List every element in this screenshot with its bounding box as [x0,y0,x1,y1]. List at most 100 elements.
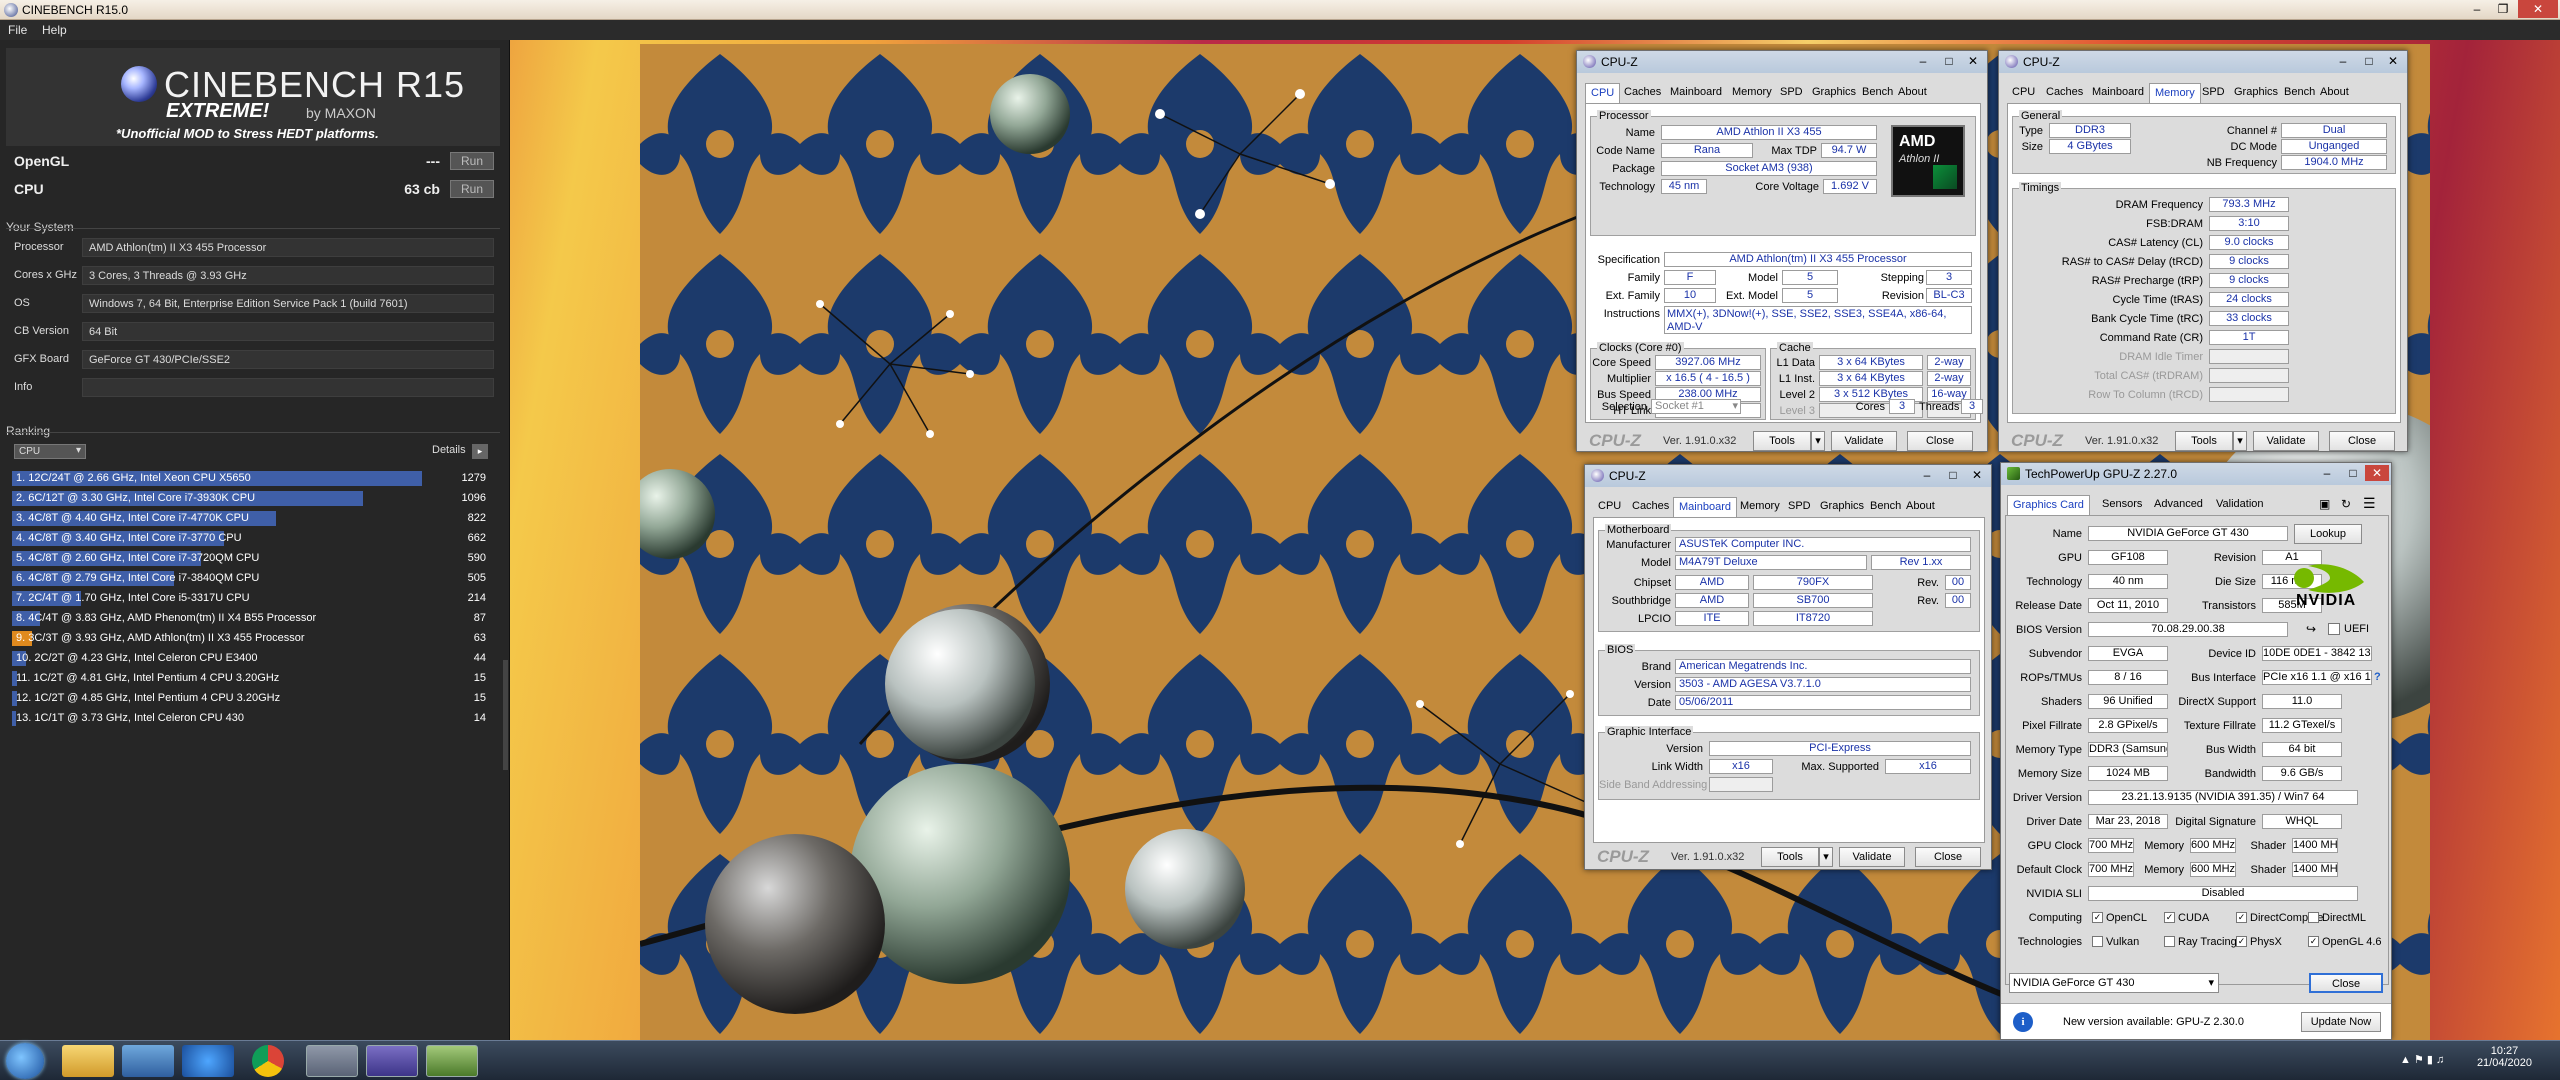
ranking-row[interactable]: 3. 4C/8T @ 4.40 GHz, Intel Core i7-4770K… [12,510,490,527]
validate-button[interactable]: Validate [1831,431,1897,451]
ranking-scrollbar[interactable] [503,660,508,770]
tab-sensors[interactable]: Sensors [2097,495,2147,515]
maximize-button[interactable]: □ [2357,53,2381,69]
feature-checkbox[interactable] [2308,912,2319,923]
maximize-button[interactable]: □ [1937,53,1961,69]
cinebench-taskbar-icon[interactable] [306,1045,358,1077]
minimize-button[interactable]: – [1911,53,1935,69]
tab-caches[interactable]: Caches [1627,497,1674,517]
tab-mainboard[interactable]: Mainboard [1673,497,1737,517]
share-icon[interactable]: ↪ [2306,622,2316,636]
tab-memory[interactable]: Memory [1727,83,1777,103]
tab-about[interactable]: About [2315,83,2354,103]
menu-help[interactable]: Help [42,23,67,37]
tools-button[interactable]: Tools [1761,847,1819,867]
validate-button[interactable]: Validate [2253,431,2319,451]
internet-explorer-icon[interactable] [182,1045,234,1077]
tab-about[interactable]: About [1893,83,1932,103]
tab-mainboard[interactable]: Mainboard [1665,83,1727,103]
tab-cpu[interactable]: CPU [2007,83,2040,103]
tab-memory[interactable]: Memory [1735,497,1785,517]
gpu-select-dropdown[interactable]: NVIDIA GeForce GT 430 ▾ [2009,973,2219,993]
tab-spd[interactable]: SPD [1775,83,1808,103]
gpuz-taskbar-icon[interactable] [426,1045,478,1077]
maximize-button[interactable]: □ [2341,465,2365,481]
tools-dropdown[interactable]: ▾ [2233,431,2247,451]
ranking-filter-dropdown[interactable]: CPU ▾ [14,444,86,459]
cpu-run-button[interactable]: Run [450,180,494,198]
ranking-row[interactable]: 11. 1C/2T @ 4.81 GHz, Intel Pentium 4 CP… [12,670,490,687]
opengl-run-button[interactable]: Run [450,152,494,170]
ranking-row[interactable]: 5. 4C/8T @ 2.60 GHz, Intel Core i7-3720Q… [12,550,490,567]
tab-about[interactable]: About [1901,497,1940,517]
ranking-row[interactable]: 8. 4C/4T @ 3.83 GHz, AMD Phenom(tm) II X… [12,610,490,627]
ranking-row[interactable]: 7. 2C/4T @ 1.70 GHz, Intel Core i5-3317U… [12,590,490,607]
feature-checkbox[interactable]: ✓ [2164,912,2175,923]
minimize-button[interactable]: – [1915,467,1939,483]
refresh-icon[interactable]: ↻ [2341,497,2351,511]
system-value[interactable] [82,378,494,397]
ranking-row[interactable]: 1. 12C/24T @ 2.66 GHz, Intel Xeon CPU X5… [12,470,490,487]
update-now-button[interactable]: Update Now [2301,1012,2381,1032]
chrome-icon[interactable] [252,1045,284,1077]
close-icon[interactable]: ✕ [2365,465,2389,481]
feature-checkbox[interactable] [2092,936,2103,947]
close-icon[interactable]: ✕ [2381,53,2405,69]
start-button[interactable] [6,1043,44,1079]
maximize-button[interactable]: □ [1941,467,1965,483]
lookup-button[interactable]: Lookup [2294,524,2362,544]
ranking-row[interactable]: 10. 2C/2T @ 4.23 GHz, Intel Celeron CPU … [12,650,490,667]
tab-graphics[interactable]: Graphics [2229,83,2283,103]
close-button[interactable]: Close [2329,431,2395,451]
tab-memory[interactable]: Memory [2149,83,2201,103]
file-explorer-icon[interactable] [62,1045,114,1077]
minimize-button[interactable]: – [2331,53,2355,69]
feature-checkbox[interactable] [2164,936,2175,947]
feature-checkbox[interactable]: ✓ [2308,936,2319,947]
tab-spd[interactable]: SPD [1783,497,1816,517]
uefi-checkbox[interactable] [2328,623,2340,635]
tab-advanced[interactable]: Advanced [2149,495,2208,515]
menu-file[interactable]: File [8,23,27,37]
details-arrow-button[interactable]: ▸ [472,444,488,459]
feature-checkbox[interactable]: ✓ [2236,912,2247,923]
ranking-row[interactable]: 6. 4C/8T @ 2.79 GHz, Intel Core i7-3840Q… [12,570,490,587]
ranking-row[interactable]: 9. 3C/3T @ 3.93 GHz, AMD Athlon(tm) II X… [12,630,490,647]
tab-validation[interactable]: Validation [2211,495,2269,515]
close-button[interactable]: Close [2309,973,2383,993]
tab-caches[interactable]: Caches [1619,83,1666,103]
tab-caches[interactable]: Caches [2041,83,2088,103]
validate-button[interactable]: Validate [1839,847,1905,867]
tab-graphics-card[interactable]: Graphics Card [2007,495,2090,515]
close-button[interactable]: ✕ [2518,0,2558,18]
camera-icon[interactable]: ▣ [2319,497,2330,511]
tab-cpu[interactable]: CPU [1593,497,1626,517]
ranking-row[interactable]: 12. 1C/2T @ 4.85 GHz, Intel Pentium 4 CP… [12,690,490,707]
tab-graphics[interactable]: Graphics [1807,83,1861,103]
feature-checkbox[interactable]: ✓ [2092,912,2103,923]
tools-button[interactable]: Tools [1753,431,1811,451]
clock[interactable]: 10:27 21/04/2020 [2477,1045,2532,1069]
tab-mainboard[interactable]: Mainboard [2087,83,2149,103]
tab-graphics[interactable]: Graphics [1815,497,1869,517]
ranking-row[interactable]: 2. 6C/12T @ 3.30 GHz, Intel Core i7-3930… [12,490,490,507]
close-button[interactable]: Close [1915,847,1981,867]
close-icon[interactable]: ✕ [1965,467,1989,483]
tab-spd[interactable]: SPD [2197,83,2230,103]
bus-info-help-icon[interactable]: ? [2374,671,2381,683]
media-player-icon[interactable] [122,1045,174,1077]
tools-dropdown[interactable]: ▾ [1811,431,1825,451]
ranking-row[interactable]: 13. 1C/1T @ 3.73 GHz, Intel Celeron CPU … [12,710,490,727]
tools-button[interactable]: Tools [2175,431,2233,451]
minimize-button[interactable]: – [2315,465,2339,481]
ranking-row[interactable]: 4. 4C/8T @ 3.40 GHz, Intel Core i7-3770 … [12,530,490,547]
minimize-button[interactable]: – [2464,0,2490,18]
tab-cpu[interactable]: CPU [1585,83,1621,103]
menu-icon[interactable]: ☰ [2363,495,2376,512]
tray-icons[interactable]: ▲ ⚑ ▮ ♫ [2400,1053,2444,1066]
tools-dropdown[interactable]: ▾ [1819,847,1833,867]
maximize-button[interactable]: ❐ [2490,0,2516,18]
close-icon[interactable]: ✕ [1961,53,1985,69]
feature-checkbox[interactable]: ✓ [2236,936,2247,947]
close-button[interactable]: Close [1907,431,1973,451]
